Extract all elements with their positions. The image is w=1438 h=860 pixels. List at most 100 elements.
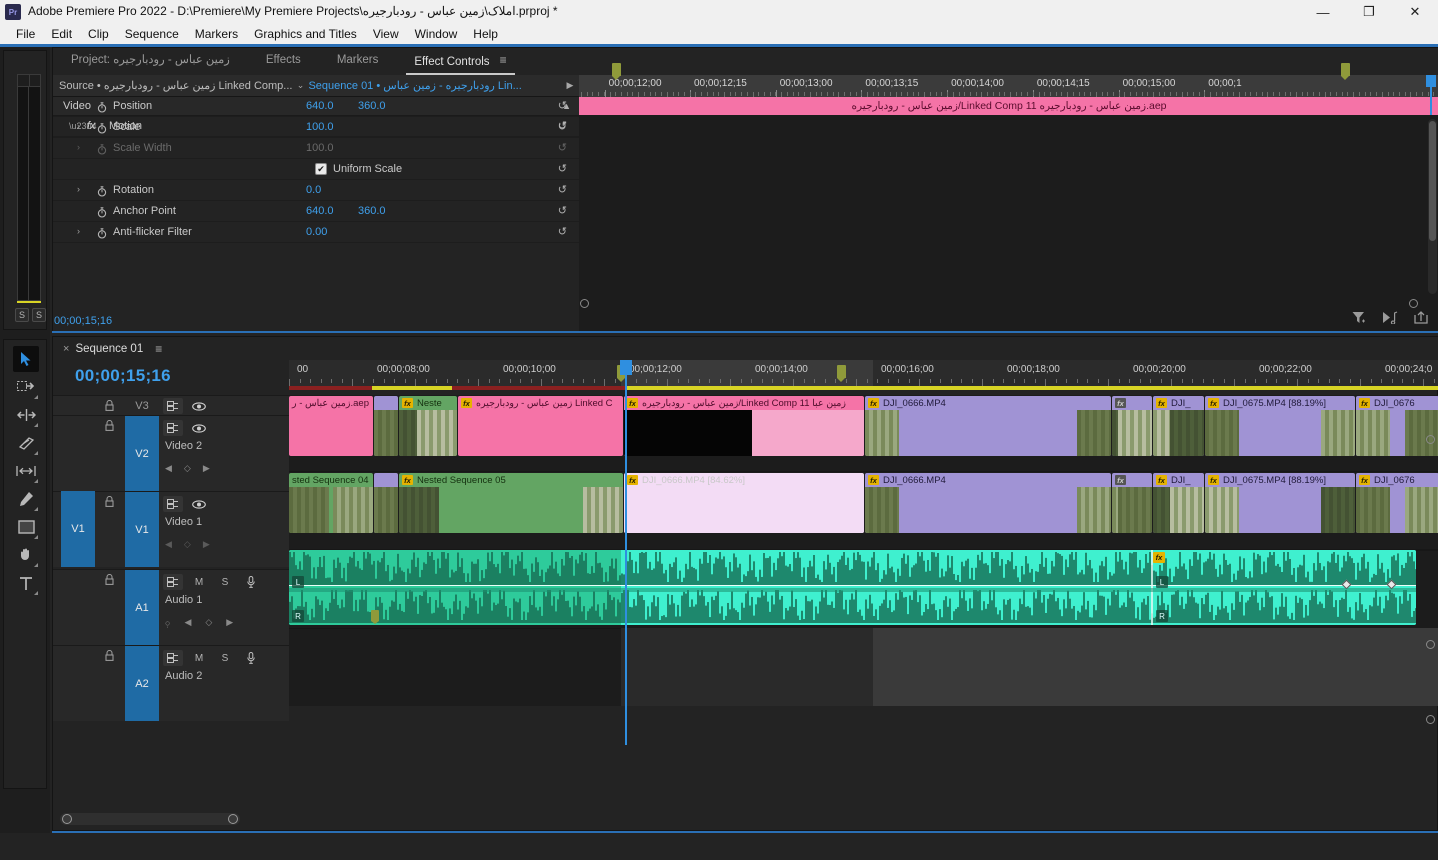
timeline-marker[interactable]: [1341, 63, 1350, 80]
maximize-button[interactable]: ❐: [1346, 0, 1392, 24]
sync-lock-icon[interactable]: [163, 496, 183, 512]
export-frame-icon[interactable]: [1414, 311, 1428, 327]
lock-icon[interactable]: [105, 495, 114, 510]
chevron-right-icon[interactable]: ›: [77, 121, 80, 131]
track-target-v3[interactable]: V3: [125, 396, 159, 415]
filter-icon[interactable]: [1352, 311, 1366, 327]
sync-lock-icon[interactable]: [163, 420, 183, 436]
timeline-track-area[interactable]: زمین عباس - ر.aep fx Neste fx زمین عباس - رو…: [289, 395, 1438, 745]
v2-clip[interactable]: زمین عباس - ر.aep: [289, 396, 373, 456]
stopwatch-icon[interactable]: [95, 226, 109, 240]
minimize-button[interactable]: —: [1300, 0, 1346, 24]
mute-track-button[interactable]: M: [189, 650, 209, 666]
a1-volume-rubberband[interactable]: [289, 585, 1416, 586]
v1-clip[interactable]: fx Nested Sequence 05: [399, 473, 623, 533]
pen-tool[interactable]: [13, 486, 39, 512]
timeline-tab-label[interactable]: Sequence 01: [75, 343, 143, 355]
menu-item-window[interactable]: Window: [407, 24, 466, 44]
scroll-handle-left[interactable]: [62, 814, 72, 824]
lock-icon[interactable]: [105, 419, 114, 434]
track-visibility-icon[interactable]: [189, 398, 209, 414]
solo-track-button[interactable]: S: [215, 574, 235, 590]
property-value-y[interactable]: 360.0: [358, 100, 386, 112]
microphone-icon[interactable]: [241, 650, 261, 666]
timeline-playhead[interactable]: [620, 360, 632, 745]
v1-clip[interactable]: fx DJI_0675.MP4 [88.19%]: [1205, 473, 1355, 533]
track-select-forward-tool[interactable]: [13, 374, 39, 400]
sync-lock-icon[interactable]: [163, 398, 183, 414]
track-target-v1[interactable]: V1: [125, 492, 159, 567]
v1-clip[interactable]: fx DJI_0666.MP4 [84.62%]: [624, 473, 864, 533]
v2-clip[interactable]: fx زمین عباس - رودبارجیره Linked C: [458, 396, 623, 456]
effect-controls-zoom-handle-left[interactable]: [580, 299, 589, 308]
close-button[interactable]: ✕: [1392, 0, 1438, 24]
solo-track-button[interactable]: S: [215, 650, 235, 666]
property-row-anchor-point[interactable]: Anchor Point 640.0 360.0 ↺: [53, 201, 579, 222]
menu-item-help[interactable]: Help: [465, 24, 506, 44]
next-keyframe-icon[interactable]: ▶: [203, 463, 210, 474]
playhead-timecode[interactable]: 00;00;15;16: [75, 366, 171, 386]
v1-clip[interactable]: fx DJI_: [1153, 473, 1204, 533]
solo-right-button[interactable]: S: [32, 308, 46, 322]
close-icon[interactable]: ×: [53, 343, 75, 355]
lock-icon[interactable]: [105, 573, 114, 588]
track-visibility-icon[interactable]: [189, 420, 209, 436]
v1-clip[interactable]: [374, 473, 398, 533]
chevron-right-icon[interactable]: ›: [77, 142, 80, 152]
property-value-x[interactable]: 100.0: [306, 142, 334, 154]
sequence-clip-label[interactable]: Sequence 01 • رودبارجیره - زمین عباس Lin…: [308, 79, 561, 92]
v2-clip[interactable]: fx DJI_: [1153, 396, 1204, 456]
track-visibility-icon[interactable]: [189, 496, 209, 512]
add-keyframe-icon[interactable]: ◇: [205, 617, 212, 628]
timeline-vertical-scroll[interactable]: [1426, 395, 1435, 745]
uniform-scale-checkbox[interactable]: ✔: [315, 163, 327, 175]
menu-item-graphics-and-titles[interactable]: Graphics and Titles: [246, 24, 365, 44]
v1-clip[interactable]: fx: [1112, 473, 1152, 533]
property-row-anti-flicker-filter[interactable]: › Anti-flicker Filter 0.00 ↺: [53, 222, 579, 243]
reset-icon[interactable]: ↺: [558, 204, 567, 217]
zoom-handle-mid[interactable]: [1426, 640, 1435, 649]
track-target-a1[interactable]: A1: [125, 570, 159, 645]
property-value-y[interactable]: 360.0: [358, 205, 386, 217]
property-row-scale-width[interactable]: › Scale Width 100.0 ↺: [53, 138, 579, 159]
v2-clip[interactable]: [374, 396, 398, 456]
v2-clip[interactable]: fx زمین عباس - رودبارجیره/Linked Comp 11 …: [624, 396, 864, 456]
stopwatch-icon[interactable]: [95, 100, 109, 114]
timeline-marker[interactable]: [837, 365, 846, 382]
property-row-rotation[interactable]: › Rotation 0.0 ↺: [53, 180, 579, 201]
stopwatch-icon[interactable]: [95, 142, 109, 156]
effect-controls-scrollbar[interactable]: [1428, 119, 1437, 294]
selection-tool[interactable]: [13, 346, 39, 372]
type-tool[interactable]: [13, 570, 39, 596]
timeline-panel-menu-icon[interactable]: ≡: [155, 342, 162, 356]
property-row-scale[interactable]: › Scale 100.0 ↺: [53, 117, 579, 138]
v2-clip[interactable]: fx DJI_0666.MP4: [865, 396, 1111, 456]
source-patch-v1[interactable]: V1: [61, 491, 95, 567]
sync-lock-icon[interactable]: [163, 650, 183, 666]
expand-arrow-icon[interactable]: ▶: [561, 80, 579, 91]
track-header-a2[interactable]: A2 M S Audio 2: [53, 645, 289, 721]
effect-controls-zoom-handle-right[interactable]: [1409, 299, 1418, 308]
chevron-right-icon[interactable]: ›: [77, 226, 80, 236]
menu-item-edit[interactable]: Edit: [43, 24, 80, 44]
reset-icon[interactable]: ↺: [558, 99, 567, 112]
reset-icon[interactable]: ↺: [558, 120, 567, 133]
ec-tab-project[interactable]: Project: زمین عباس - رودبارجیره: [53, 48, 248, 75]
property-value-x[interactable]: 640.0: [306, 100, 334, 112]
stopwatch-icon[interactable]: [95, 205, 109, 219]
add-keyframe-icon[interactable]: ◇: [184, 463, 191, 474]
menu-item-file[interactable]: File: [8, 24, 43, 44]
prev-keyframe-icon[interactable]: ◀: [165, 463, 172, 474]
property-row-uniform-scale[interactable]: ✔ Uniform Scale ↺: [53, 159, 579, 180]
v1-clip[interactable]: sted Sequence 04: [289, 473, 373, 533]
track-target-a2[interactable]: A2: [125, 646, 159, 721]
property-value-x[interactable]: 100.0: [306, 121, 334, 133]
slip-tool[interactable]: [13, 458, 39, 484]
ripple-edit-tool[interactable]: [13, 402, 39, 428]
track-target-v2[interactable]: V2: [125, 416, 159, 491]
play-audio-icon[interactable]: [1382, 311, 1398, 327]
reset-icon[interactable]: ↺: [558, 162, 567, 175]
effect-controls-clip-bar[interactable]: زمین عباس - رودبارجیره/Linked Comp 11 زم…: [579, 97, 1438, 115]
property-value-x[interactable]: 0.00: [306, 226, 327, 238]
lock-icon[interactable]: [105, 399, 114, 414]
